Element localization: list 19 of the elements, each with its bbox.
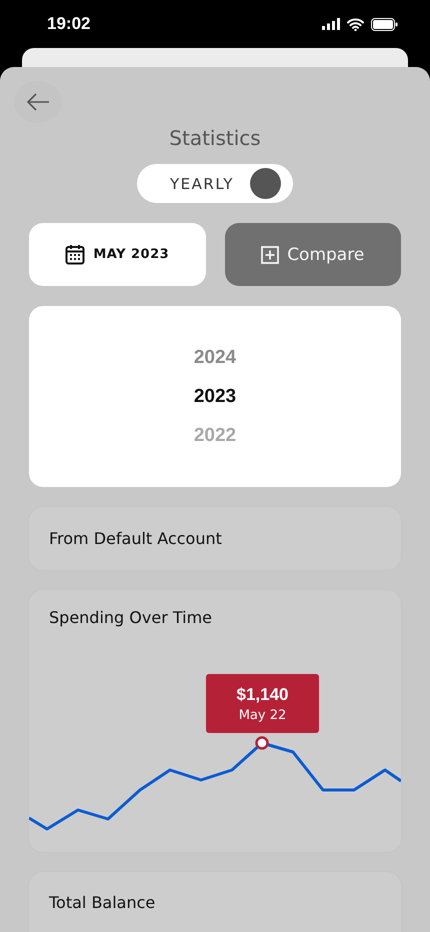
signal-icon [322,18,340,30]
date-button[interactable]: MAY 2023 [29,223,206,286]
chart-title: Spending Over Time [48,607,214,628]
year-option[interactable]: 2023 [194,381,236,412]
status-time: 19:02 [47,14,90,34]
wifi-icon [347,18,364,30]
tooltip-value: $1,140 [236,684,288,704]
battery-icon [371,18,398,30]
period-toggle[interactable]: YEARLY [137,164,293,203]
compare-button[interactable]: Compare [224,223,401,286]
back-button[interactable] [14,81,62,123]
screen-title: Statistics [169,126,261,150]
calendar-icon [65,244,86,265]
balance-title: Total Balance [49,893,156,912]
back-arrow-icon [26,93,50,111]
point-marker [255,736,269,750]
tooltip-date: May 22 [238,708,286,722]
account-label: From Default Account [49,529,222,548]
plus-square-icon [261,246,280,264]
